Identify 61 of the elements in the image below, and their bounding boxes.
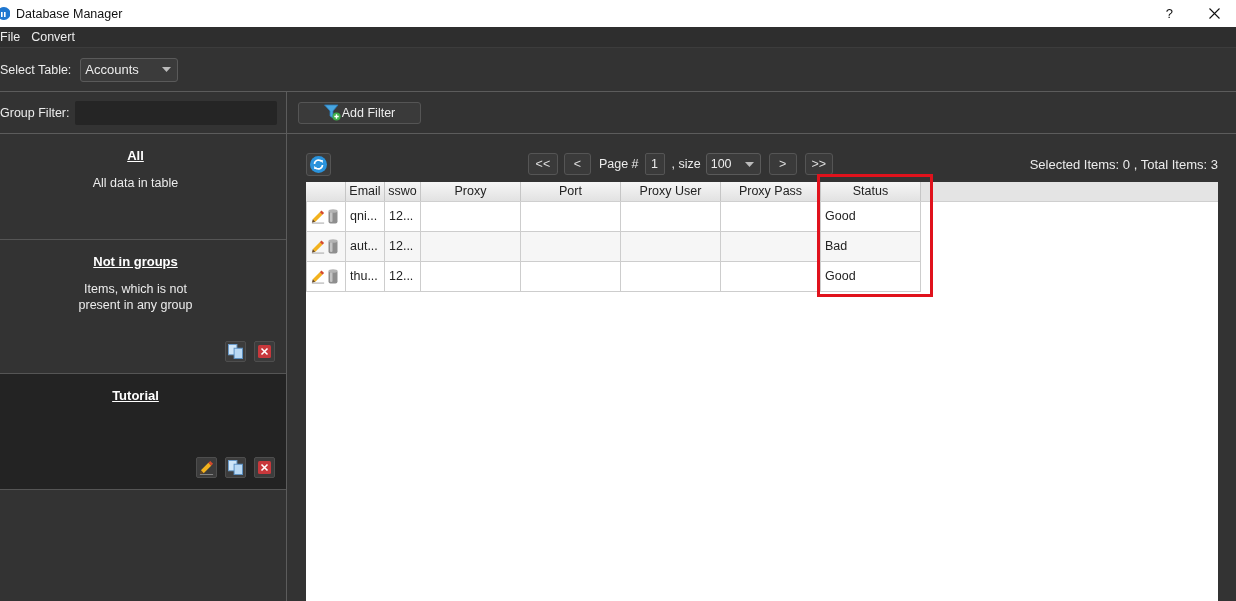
refresh-button[interactable]	[306, 152, 331, 176]
copy-icon	[228, 344, 243, 359]
page-size-label: , size	[671, 157, 701, 171]
add-filter-button[interactable]: Add Filter	[298, 101, 421, 124]
menu-item[interactable]: Convert	[31, 30, 75, 44]
table-cell: 12...	[385, 232, 421, 262]
table-select-dropdown[interactable]: Accounts	[80, 57, 179, 82]
group-title: All	[127, 148, 144, 164]
group-card[interactable]: Tutorial	[0, 374, 286, 490]
page-size-dropdown[interactable]: 100	[705, 153, 761, 175]
table-cell: Good	[821, 262, 921, 292]
caret-down-icon	[162, 67, 172, 72]
pencil-icon[interactable]	[311, 239, 325, 254]
table-cell: Bad	[821, 232, 921, 262]
copy-group-button[interactable]	[225, 457, 246, 478]
last-page-button[interactable]: >>	[804, 153, 833, 175]
refresh-icon	[310, 155, 327, 173]
group-title: Not in groups	[93, 254, 178, 270]
group-filter-label: Group Filter:	[0, 105, 70, 120]
table-cell: Good	[821, 202, 921, 232]
column-header[interactable]: Proxy User	[621, 182, 721, 201]
pencil-icon[interactable]	[311, 209, 325, 224]
table-cell: 12...	[385, 262, 421, 292]
close-icon[interactable]	[1209, 8, 1220, 19]
help-button[interactable]: ?	[1165, 6, 1173, 21]
column-header[interactable]: Port	[521, 182, 621, 201]
first-page-button[interactable]: <<	[527, 153, 558, 175]
column-header[interactable]: Proxy Pass	[721, 182, 821, 201]
delete-group-button[interactable]	[254, 457, 275, 478]
column-header[interactable]: Status	[821, 182, 921, 201]
funnel-icon	[323, 104, 341, 121]
table-cell: qni...	[346, 202, 385, 232]
delete-group-button[interactable]	[254, 341, 275, 362]
column-header[interactable]: Proxy	[421, 182, 521, 201]
group-description: Items, which is not present in any group	[77, 281, 194, 313]
select-table-label: Select Table:	[0, 62, 72, 77]
menu-item[interactable]: File	[0, 30, 21, 44]
copy-group-button[interactable]	[225, 341, 246, 362]
table-cell: aut...	[346, 232, 385, 262]
trash-bin-icon[interactable]	[328, 269, 338, 284]
group-title: Tutorial	[112, 388, 159, 404]
caret-down-icon	[744, 161, 754, 167]
pencil-icon	[199, 460, 214, 475]
page-number-field[interactable]: 1	[644, 153, 665, 175]
column-header[interactable]: sswo	[385, 182, 421, 201]
table-cell: 12...	[385, 202, 421, 232]
copy-icon	[228, 460, 243, 475]
column-header[interactable]: Email	[346, 182, 385, 201]
trash-bin-icon[interactable]	[328, 239, 338, 254]
previous-page-button[interactable]: <	[563, 153, 591, 175]
items-summary: Selected Items: 0 , Total Items: 3	[1029, 156, 1218, 172]
x-icon	[258, 461, 271, 474]
edit-group-button[interactable]	[196, 457, 217, 478]
table-cell: thu...	[346, 262, 385, 292]
x-icon	[258, 345, 271, 358]
trash-bin-icon[interactable]	[328, 209, 338, 224]
page-label: Page #	[598, 157, 639, 171]
pencil-icon[interactable]	[311, 269, 325, 284]
next-page-button[interactable]: >	[768, 153, 797, 175]
group-description: All data in table	[92, 175, 179, 191]
window-title: Database Manager	[16, 6, 123, 21]
